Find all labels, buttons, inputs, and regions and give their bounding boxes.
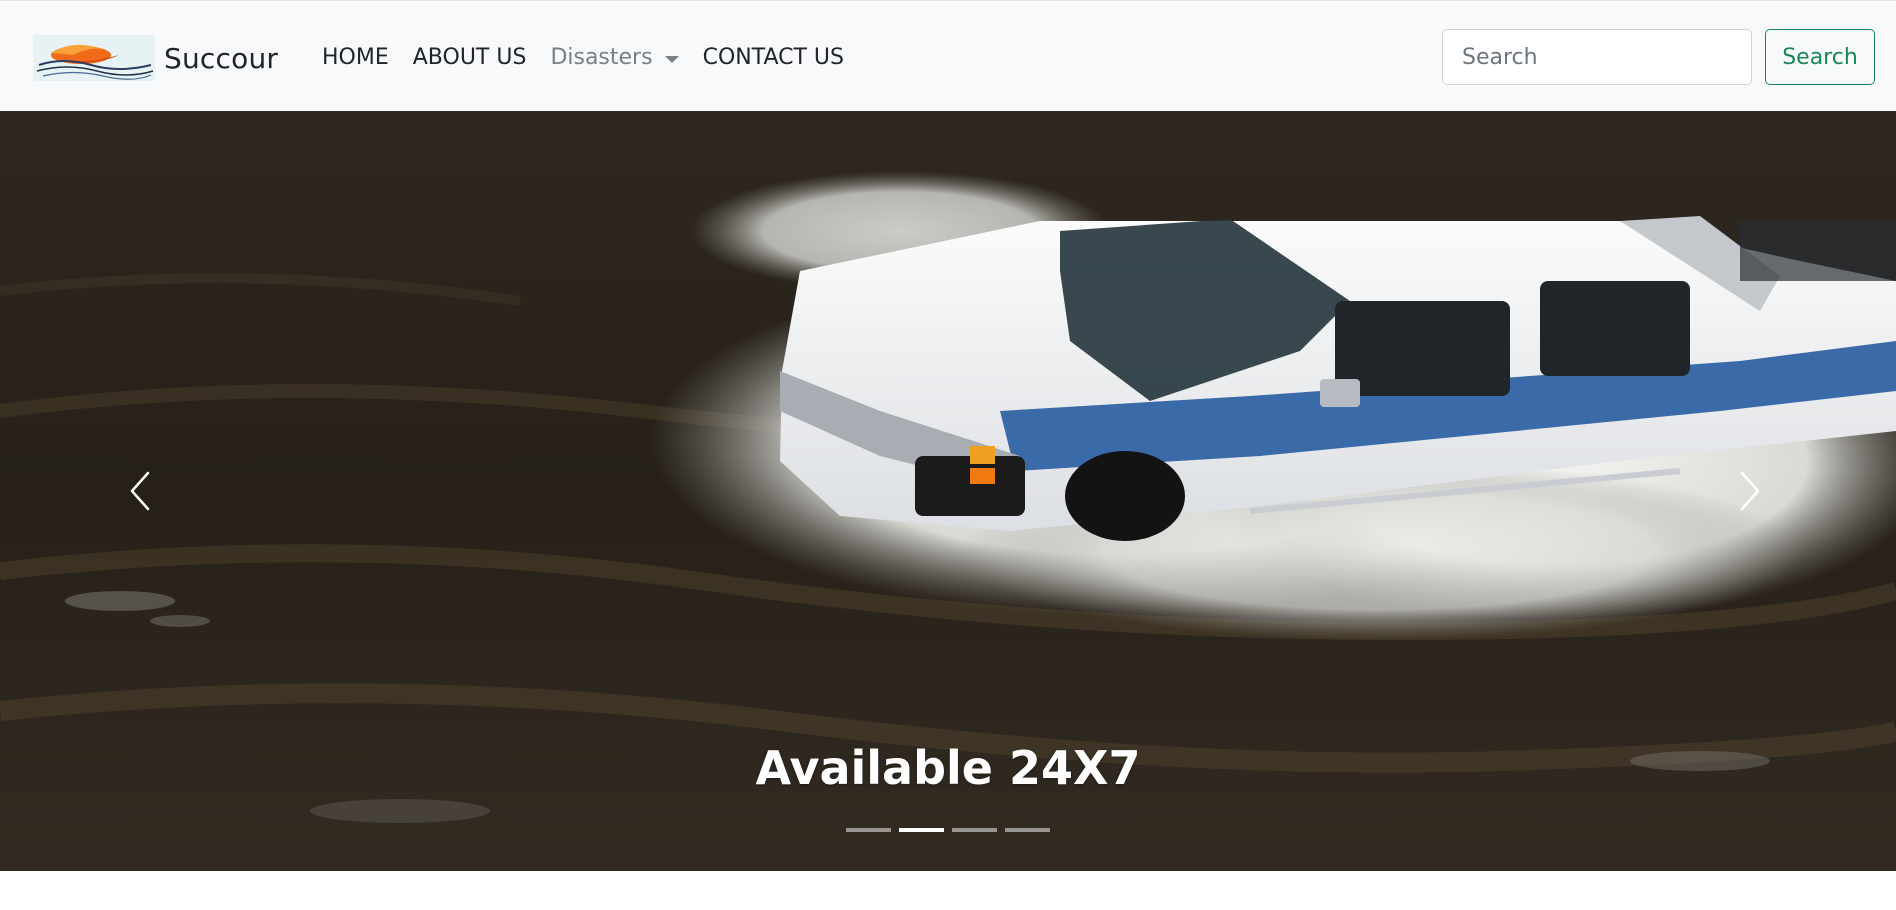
carousel-indicators	[0, 828, 1896, 832]
brand-link[interactable]: Succour	[33, 35, 278, 81]
chevron-right-icon	[1740, 471, 1760, 511]
chevron-left-icon	[130, 471, 150, 511]
brand-name: Succour	[164, 41, 279, 75]
carousel-indicator[interactable]	[952, 828, 997, 832]
search-button[interactable]: Search	[1765, 29, 1875, 85]
caret-down-icon	[664, 55, 679, 63]
search-input[interactable]	[1442, 29, 1752, 85]
nav-contact-us[interactable]: CONTACT US	[691, 43, 856, 73]
navbar: Succour HOME ABOUT US Disasters CONTACT …	[0, 0, 1896, 111]
wave-logo-icon	[33, 35, 155, 81]
carousel-caption: Available 24X7	[755, 741, 1141, 795]
carousel-indicator[interactable]	[1005, 828, 1050, 832]
carousel-indicator[interactable]	[899, 828, 944, 832]
nav-disasters-label: Disasters	[550, 45, 653, 70]
nav-home[interactable]: HOME	[310, 43, 401, 73]
nav-disasters-dropdown[interactable]: Disasters	[538, 43, 690, 73]
nav-about-us[interactable]: ABOUT US	[401, 43, 539, 73]
main-nav: HOME ABOUT US Disasters CONTACT US	[310, 43, 856, 73]
carousel-indicator[interactable]	[846, 828, 891, 832]
hero-carousel: Available 24X7	[0, 111, 1896, 871]
